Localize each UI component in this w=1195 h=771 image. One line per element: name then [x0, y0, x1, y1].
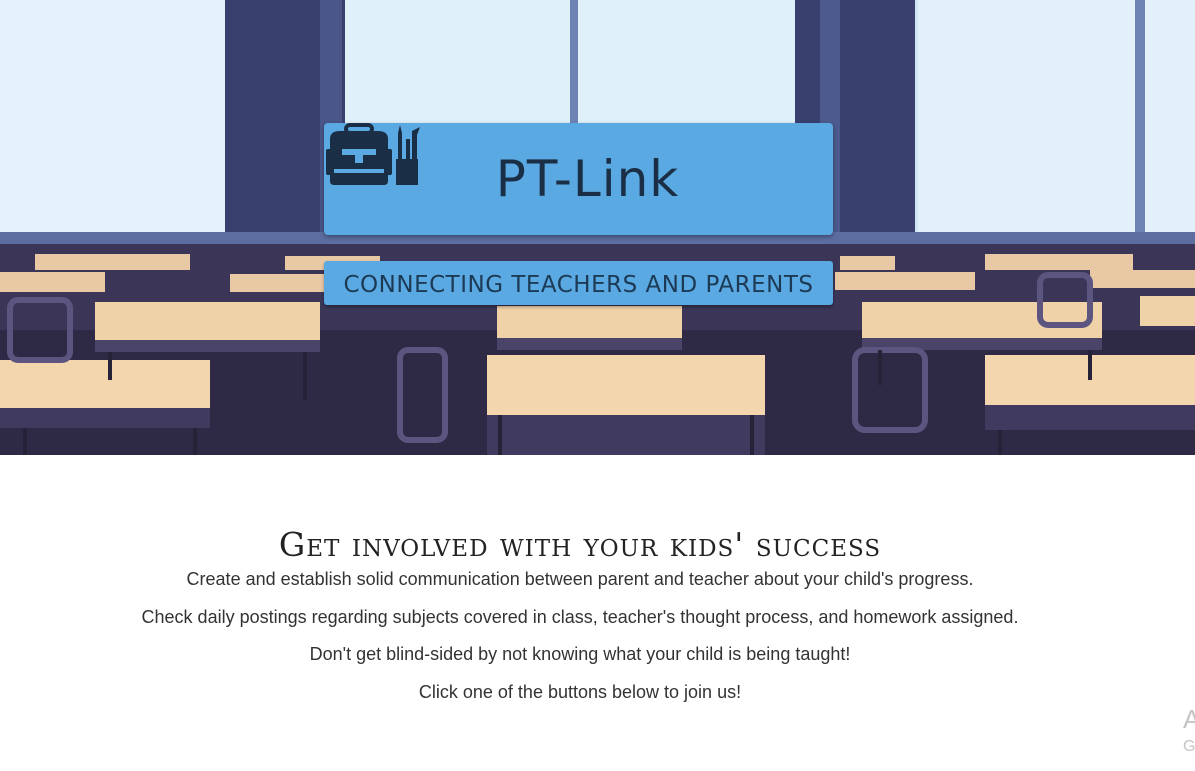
intro-paragraph-3: Don't get blind-sided by not knowing wha…	[309, 644, 851, 664]
brand-logo: PT-Link	[326, 123, 680, 208]
tagline: CONNECTING TEACHERS AND PARENTS	[343, 272, 814, 298]
intro-paragraph-1: Create and establish solid communication…	[186, 569, 974, 589]
hero-banner: PT-Link CONNECTING TEACHERS AND PARENTS	[0, 0, 1195, 455]
page-headline: Get involved with your kids' success	[278, 525, 882, 564]
intro-section: Get involved with your kids' success Cre…	[0, 455, 1160, 711]
clipped-edge-text-2: G	[1183, 738, 1195, 755]
intro-paragraph-4: Click one of the buttons below to join u…	[418, 681, 742, 702]
intro-paragraph-2: Check daily postings regarding subjects …	[141, 606, 1019, 627]
brand-logo-box: PT-Link	[324, 123, 833, 235]
brand-name: PT-Link	[495, 150, 680, 208]
tagline-box: CONNECTING TEACHERS AND PARENTS	[324, 261, 833, 305]
clipped-edge-text-1: A	[1183, 704, 1195, 734]
